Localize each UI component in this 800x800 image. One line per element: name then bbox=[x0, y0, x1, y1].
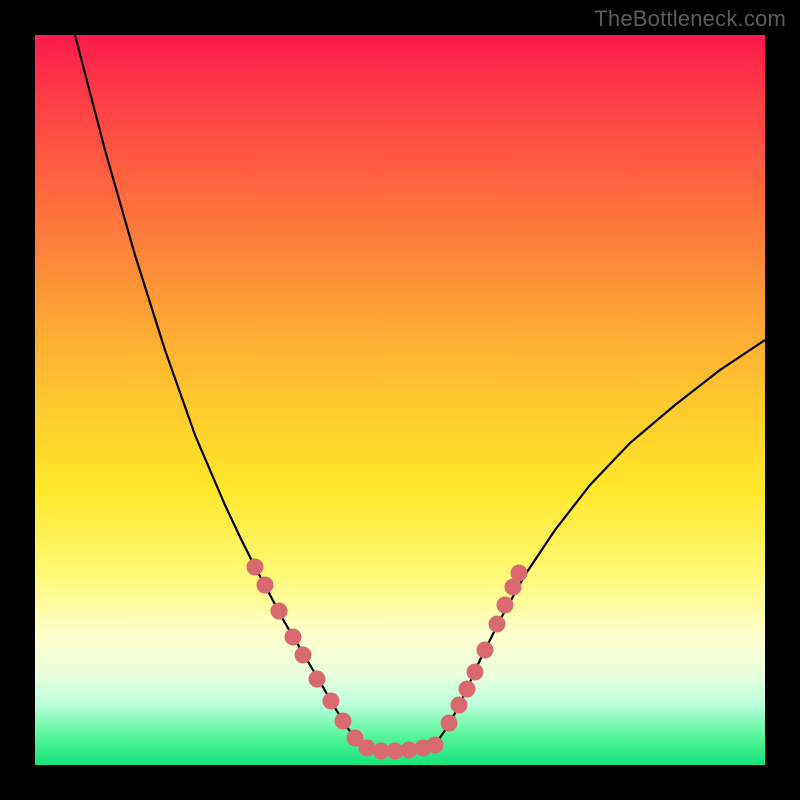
chart-frame: TheBottleneck.com bbox=[0, 0, 800, 800]
data-point-dot bbox=[477, 642, 494, 659]
data-point-dot bbox=[295, 647, 312, 664]
curve-right-branch bbox=[435, 340, 765, 745]
data-point-dot bbox=[323, 693, 340, 710]
data-point-dot bbox=[309, 671, 326, 688]
data-point-dot bbox=[359, 740, 376, 757]
data-point-dot bbox=[497, 597, 514, 614]
watermark-text: TheBottleneck.com bbox=[594, 6, 786, 32]
data-point-dot bbox=[427, 737, 444, 754]
data-point-dot bbox=[467, 664, 484, 681]
data-point-dot bbox=[459, 681, 476, 698]
data-point-dot bbox=[335, 713, 352, 730]
data-point-dot bbox=[489, 616, 506, 633]
bottleneck-curve-svg bbox=[35, 35, 765, 765]
data-point-dot bbox=[247, 559, 264, 576]
data-point-dot bbox=[511, 565, 528, 582]
data-point-dot bbox=[285, 629, 302, 646]
data-point-dot bbox=[451, 697, 468, 714]
data-point-dots bbox=[247, 559, 528, 760]
data-point-dot bbox=[441, 715, 458, 732]
curve-left-branch bbox=[75, 35, 360, 745]
plot-area bbox=[35, 35, 765, 765]
data-point-dot bbox=[257, 577, 274, 594]
data-point-dot bbox=[271, 603, 288, 620]
